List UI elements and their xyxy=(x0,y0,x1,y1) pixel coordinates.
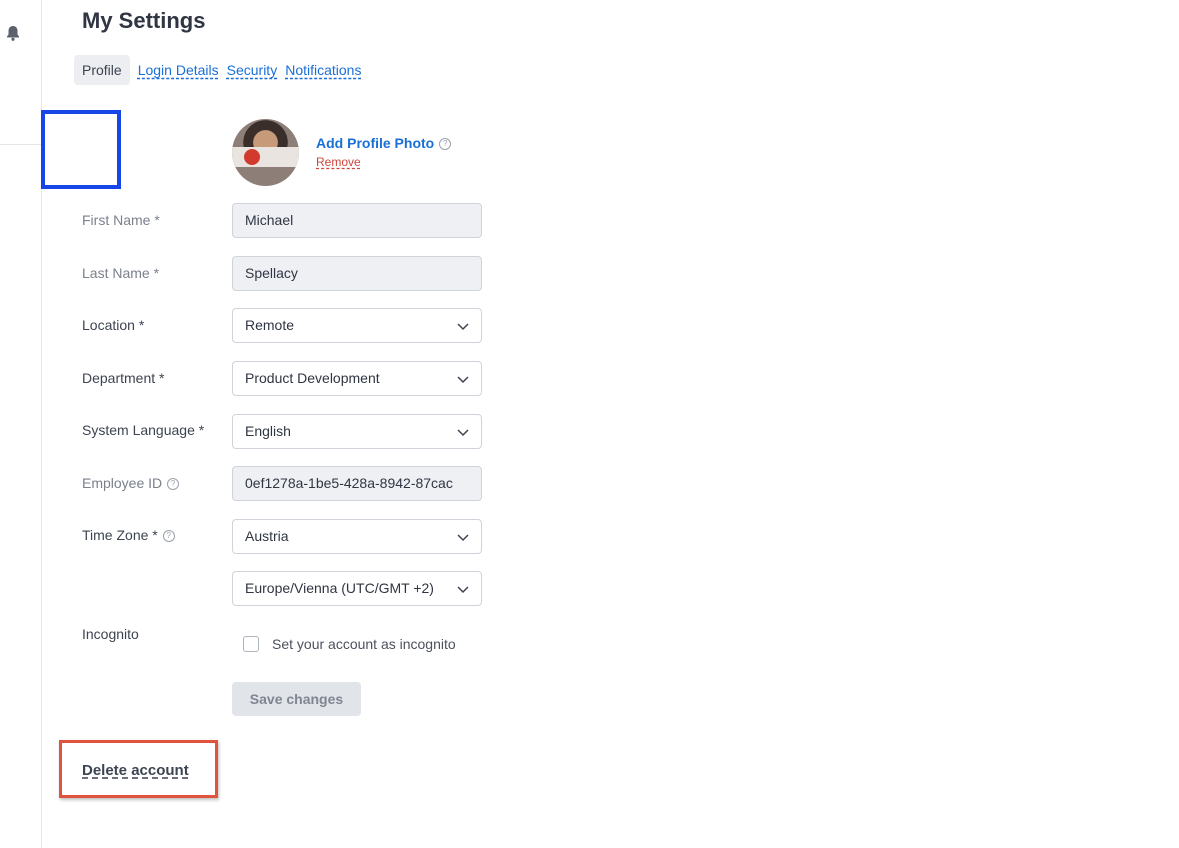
time-zone-label-row: Time Zone *? xyxy=(82,527,175,543)
add-profile-photo-label: Add Profile Photo xyxy=(316,135,435,151)
department-value: Product Development xyxy=(245,370,380,386)
incognito-label: Incognito xyxy=(82,626,139,642)
rail-divider xyxy=(0,144,41,145)
incognito-checkbox-label[interactable]: Set your account as incognito xyxy=(272,636,456,652)
chevron-down-icon xyxy=(457,586,469,594)
chevron-down-icon xyxy=(457,534,469,542)
last-name-label: Last Name * xyxy=(82,265,160,281)
time-zone-label: Time Zone * xyxy=(82,527,158,543)
first-name-value: Michael xyxy=(245,212,294,228)
time-zone-zone-value: Europe/Vienna (UTC/GMT +2) xyxy=(245,580,434,596)
left-rail xyxy=(0,0,42,848)
system-language-value: English xyxy=(245,423,291,439)
save-changes-button[interactable]: Save changes xyxy=(232,682,361,716)
chevron-down-icon xyxy=(457,376,469,384)
avatar-band xyxy=(232,147,299,167)
last-name-field[interactable]: Spellacy xyxy=(232,256,482,291)
settings-tabs: Profile Login Details Security Notificat… xyxy=(74,55,361,85)
department-label: Department * xyxy=(82,370,165,386)
help-icon[interactable]: ? xyxy=(167,478,180,491)
last-name-value: Spellacy xyxy=(245,265,298,281)
add-profile-photo-link[interactable]: Add Profile Photo? xyxy=(316,135,452,151)
avatar[interactable] xyxy=(232,119,299,186)
system-language-select[interactable]: English xyxy=(232,414,482,449)
tab-profile[interactable]: Profile xyxy=(74,55,130,85)
avatar-red-mark xyxy=(244,149,260,165)
first-name-label: First Name * xyxy=(82,212,160,228)
employee-id-label-row: Employee ID? xyxy=(82,475,180,491)
help-icon[interactable]: ? xyxy=(162,530,175,543)
incognito-checkbox[interactable] xyxy=(243,636,259,652)
help-icon[interactable]: ? xyxy=(439,138,452,151)
system-language-label: System Language * xyxy=(82,422,205,438)
first-name-field[interactable]: Michael xyxy=(232,203,482,238)
bell-icon[interactable] xyxy=(4,24,22,42)
delete-account-link[interactable]: Delete account xyxy=(82,762,189,779)
department-select[interactable]: Product Development xyxy=(232,361,482,396)
tab-notifications[interactable]: Notifications xyxy=(285,62,361,78)
time-zone-zone-select[interactable]: Europe/Vienna (UTC/GMT +2) xyxy=(232,571,482,606)
time-zone-country-select[interactable]: Austria xyxy=(232,519,482,554)
employee-id-label: Employee ID xyxy=(82,475,163,491)
employee-id-value: 0ef1278a-1be5-428a-8942-87cac xyxy=(245,475,453,491)
location-select[interactable]: Remote xyxy=(232,308,482,343)
location-value: Remote xyxy=(245,317,295,333)
location-label: Location * xyxy=(82,317,145,333)
tab-login-details[interactable]: Login Details xyxy=(138,62,219,78)
chevron-down-icon xyxy=(457,323,469,331)
page-title: My Settings xyxy=(82,8,206,33)
tab-security[interactable]: Security xyxy=(227,62,278,78)
employee-id-field[interactable]: 0ef1278a-1be5-428a-8942-87cac xyxy=(232,466,482,501)
chevron-down-icon xyxy=(457,429,469,437)
time-zone-country-value: Austria xyxy=(245,528,289,544)
remove-photo-link[interactable]: Remove xyxy=(316,155,361,169)
highlight-box-blue xyxy=(41,110,121,189)
